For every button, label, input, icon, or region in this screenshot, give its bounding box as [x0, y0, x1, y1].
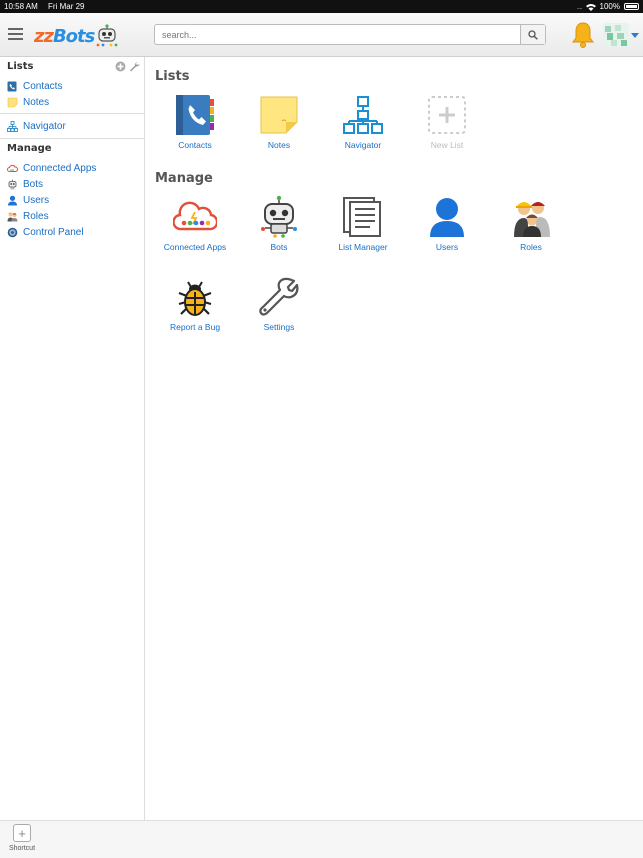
tile-label: Settings [263, 322, 295, 332]
tile-label: List Manager [338, 242, 388, 252]
search-box [154, 24, 546, 45]
battery-icon [624, 3, 639, 10]
sidebar-item-label: Contacts [23, 80, 63, 92]
status-date: Fri Mar 29 [48, 2, 85, 11]
tile-navigator[interactable]: Navigator [323, 93, 403, 163]
status-time: 10:58 AM [4, 2, 38, 11]
tile-users[interactable]: Users [407, 195, 487, 265]
app-header: zzBots [0, 13, 643, 57]
sidebar-item-roles[interactable]: Roles [7, 209, 49, 223]
tile-notes[interactable]: Notes [239, 93, 319, 163]
sidebar-item-label: Notes [23, 96, 50, 108]
sidebar-item-label: Navigator [23, 120, 66, 132]
roles-icon [7, 211, 18, 222]
chevron-down-icon[interactable] [631, 33, 639, 38]
add-list-icon [425, 93, 469, 137]
status-bar: 10:58 AM Fri Mar 29 .... 100% [0, 0, 643, 13]
menu-icon[interactable] [8, 28, 23, 40]
tile-bots[interactable]: Bots [239, 195, 319, 265]
tile-label: Users [435, 242, 459, 252]
sidebar-item-contacts[interactable]: Contacts [7, 79, 62, 93]
logo-zz: zz [34, 25, 54, 47]
sidebar-list-tools [115, 61, 140, 72]
add-shortcut-icon: + [13, 824, 31, 842]
tile-list-manager[interactable]: List Manager [323, 195, 403, 265]
sidebar: Lists Contacts Notes Navigator Manage Co… [0, 57, 145, 820]
wrench-icon[interactable] [129, 61, 140, 72]
sidebar-item-bots[interactable]: Bots [7, 177, 43, 191]
sidebar-divider [0, 113, 144, 114]
zzbots-logo[interactable]: zzBots [34, 22, 118, 50]
sidebar-item-users[interactable]: Users [7, 193, 49, 207]
robot-icon [257, 195, 301, 239]
tile-roles[interactable]: Roles [491, 195, 571, 265]
shortcut-label: Shortcut [8, 845, 36, 852]
tile-label: Roles [520, 242, 542, 252]
contacts-book-icon [173, 93, 217, 137]
search-input[interactable] [155, 25, 521, 44]
sidebar-item-label: Users [23, 194, 50, 206]
sitemap-icon [7, 120, 18, 132]
wrench-icon [257, 275, 301, 319]
logo-robot-icon [96, 24, 118, 47]
tile-label: Contacts [178, 140, 212, 150]
tile-label: Navigator [344, 140, 382, 150]
wifi-icon [585, 3, 596, 11]
sidebar-item-label: Connected Apps [23, 162, 97, 174]
sidebar-item-label: Roles [23, 210, 49, 222]
sidebar-item-connected-apps[interactable]: Connected Apps [7, 161, 96, 175]
sidebar-manage-heading: Manage [7, 143, 52, 154]
add-circle-icon[interactable] [115, 61, 126, 72]
battery-percent: 100% [599, 2, 620, 11]
notes-icon [7, 97, 18, 108]
main-content: Lists Contacts Notes Navigator New List … [145, 57, 643, 820]
user-icon [7, 195, 18, 206]
tile-connected-apps[interactable]: Connected Apps [155, 195, 235, 265]
lists-section-title: Lists [155, 69, 190, 84]
tile-label: Bots [270, 242, 288, 252]
logo-bots: Bots [52, 25, 95, 47]
note-icon [257, 93, 301, 137]
list-manager-icon [341, 195, 385, 239]
tile-settings[interactable]: Settings [239, 275, 319, 345]
sidebar-item-navigator[interactable]: Navigator [7, 119, 66, 133]
cloud-apps-icon [173, 195, 217, 239]
robot-icon [7, 179, 18, 190]
tile-label: Report a Bug [169, 322, 221, 332]
user-icon [425, 195, 469, 239]
shortcut-button[interactable]: + Shortcut [6, 824, 38, 852]
tile-label: Connected Apps [163, 242, 227, 252]
manage-section-title: Manage [155, 171, 213, 186]
user-avatar[interactable] [603, 23, 629, 47]
signal-dots-icon: .... [576, 2, 583, 11]
sidebar-item-label: Bots [23, 178, 44, 190]
sidebar-item-notes[interactable]: Notes [7, 95, 49, 109]
sidebar-item-control-panel[interactable]: Control Panel [7, 225, 84, 239]
tile-label: New List [430, 140, 464, 150]
sitemap-icon [341, 93, 385, 137]
notification-bell-icon[interactable] [571, 21, 595, 49]
search-icon [528, 29, 538, 40]
gear-icon [7, 227, 18, 238]
sidebar-lists-heading: Lists [7, 61, 34, 72]
sidebar-divider [0, 138, 144, 139]
tile-contacts[interactable]: Contacts [155, 93, 235, 163]
sidebar-item-label: Control Panel [23, 226, 84, 238]
tile-new-list[interactable]: New List [407, 93, 487, 163]
tile-label: Notes [267, 140, 291, 150]
tile-report-bug[interactable]: Report a Bug [155, 275, 235, 345]
bottom-bar: + Shortcut [0, 820, 643, 858]
contacts-icon [7, 81, 18, 92]
bug-icon [173, 275, 217, 319]
cloud-icon [7, 163, 18, 174]
roles-icon [509, 195, 553, 239]
search-button[interactable] [520, 25, 545, 44]
